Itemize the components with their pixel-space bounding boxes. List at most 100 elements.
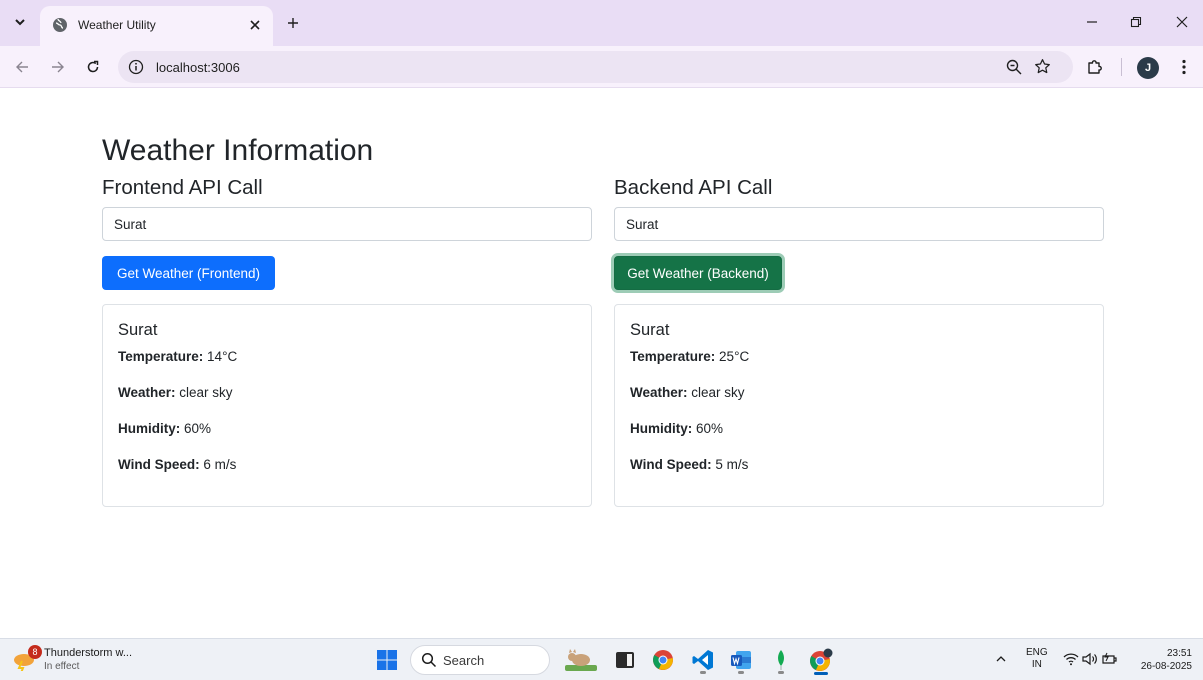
plus-icon [288, 18, 298, 28]
zoom-icon[interactable] [1005, 58, 1023, 76]
running-indicator [738, 671, 744, 674]
backend-temperature: Temperature: 25°C [630, 348, 1088, 384]
backend-humidity: Humidity: 60% [630, 420, 1088, 456]
running-indicator [700, 671, 706, 674]
frontend-wind-speed: Wind Speed: 6 m/s [118, 456, 576, 492]
backend-result-city: Surat [630, 321, 670, 339]
terminal-icon [616, 652, 634, 668]
tab-close-button[interactable] [245, 15, 265, 35]
humidity-label: Humidity: [630, 421, 693, 436]
active-app-indicator [814, 672, 828, 675]
taskbar-app-vscode[interactable] [688, 645, 718, 675]
reload-button[interactable] [80, 54, 106, 80]
frontend-weather: Weather: clear sky [118, 384, 576, 420]
weather-title: Thunderstorm w... [44, 647, 133, 659]
language-code: ENG [1026, 647, 1048, 658]
tab-search-button[interactable] [8, 10, 32, 34]
backend-wind-speed: Wind Speed: 5 m/s [630, 456, 1088, 492]
taskbar-app-word[interactable] [726, 645, 756, 675]
bookmark-star-icon[interactable] [1033, 57, 1051, 75]
forward-button[interactable] [45, 54, 71, 80]
cat-sticker-icon [565, 649, 597, 671]
star-icon [1034, 58, 1050, 73]
taskbar-search-box[interactable]: Search [410, 645, 550, 675]
weather-label: Weather: [118, 385, 176, 400]
chevron-up-icon[interactable] [996, 655, 1006, 663]
close-window-button[interactable] [1170, 10, 1194, 34]
extensions-button[interactable] [1084, 56, 1106, 78]
temperature-value: 14°C [207, 349, 238, 364]
profile-avatar[interactable]: J [1137, 57, 1159, 79]
taskbar-app-chrome[interactable] [648, 645, 678, 675]
arrow-right-icon [52, 61, 64, 73]
taskbar-app-chrome-profile[interactable] [806, 645, 836, 675]
temperature-value: 25°C [719, 349, 750, 364]
taskbar-app-mongodb[interactable] [766, 645, 796, 675]
weather-subtitle: In effect [44, 661, 80, 672]
reload-icon [87, 60, 99, 73]
weather-value: clear sky [691, 385, 745, 400]
mongodb-leaf-icon [778, 650, 784, 670]
globe-icon [53, 18, 67, 32]
taskbar-widget-cat[interactable] [562, 645, 600, 675]
running-indicator [778, 671, 784, 674]
get-weather-frontend-button[interactable]: Get Weather (Frontend) [102, 256, 275, 290]
frontend-result-city: Surat [118, 321, 158, 339]
browser-toolbar: localhost:3006 [0, 46, 1203, 88]
new-tab-button[interactable] [282, 12, 304, 34]
wind-label: Wind Speed: [118, 457, 200, 472]
wifi-icon[interactable] [1063, 652, 1079, 666]
info-icon [128, 59, 144, 75]
weather-label: Weather: [630, 385, 688, 400]
more-vert-icon [1182, 59, 1186, 75]
chevron-down-icon [15, 19, 25, 26]
language-indicator[interactable]: ENG IN [1026, 647, 1048, 671]
restore-icon [1130, 16, 1142, 28]
get-weather-backend-button[interactable]: Get Weather (Backend) [614, 256, 782, 290]
weather-value: clear sky [179, 385, 233, 400]
url-text: localhost:3006 [156, 60, 240, 75]
backend-heading: Backend API Call [614, 176, 773, 199]
minimize-icon [1087, 21, 1097, 23]
browser-menu-button[interactable] [1173, 56, 1195, 78]
weather-widget[interactable]: 8 Thunderstorm w... In effect [12, 645, 152, 675]
wind-value: 6 m/s [203, 457, 237, 472]
restore-button[interactable] [1124, 10, 1148, 34]
search-label: Search [443, 653, 485, 668]
battery-icon[interactable] [1101, 652, 1119, 666]
close-icon [250, 20, 260, 30]
frontend-section: Frontend API Call Get Weather (Frontend)… [102, 174, 592, 507]
close-icon [1176, 16, 1188, 28]
search-icon [421, 652, 437, 668]
temperature-label: Temperature: [118, 349, 204, 364]
taskbar-app-terminal[interactable] [610, 645, 640, 675]
frontend-temperature: Temperature: 14°C [118, 348, 576, 384]
backend-section: Backend API Call Get Weather (Backend) S… [614, 174, 1104, 507]
back-button[interactable] [9, 54, 35, 80]
wind-value: 5 m/s [715, 457, 749, 472]
wind-label: Wind Speed: [630, 457, 712, 472]
clock-date: 26-08-2025 [1140, 661, 1192, 672]
frontend-city-input[interactable] [102, 207, 592, 241]
puzzle-icon [1088, 60, 1102, 74]
browser-tab[interactable]: Weather Utility [40, 6, 273, 46]
tab-title: Weather Utility [78, 18, 156, 32]
humidity-value: 60% [696, 421, 724, 436]
frontend-result-card: Surat Temperature: 14°C Weather: clear s… [102, 304, 592, 507]
region-code: IN [1031, 659, 1042, 670]
address-bar[interactable]: localhost:3006 [118, 51, 1073, 83]
humidity-value: 60% [184, 421, 212, 436]
backend-city-input[interactable] [614, 207, 1104, 241]
toolbar-separator [1121, 58, 1122, 76]
minimize-button[interactable] [1080, 10, 1104, 34]
windows-start-icon[interactable] [376, 649, 398, 671]
humidity-label: Humidity: [118, 421, 181, 436]
taskbar: 8 Thunderstorm w... In effect Search ENG… [0, 638, 1203, 680]
word-icon [731, 651, 751, 669]
temperature-label: Temperature: [630, 349, 716, 364]
chrome-icon [810, 648, 833, 671]
vscode-icon [692, 650, 713, 670]
clock[interactable]: 23:51 26-08-2025 [1132, 647, 1192, 673]
backend-result-card: Surat Temperature: 25°C Weather: clear s… [614, 304, 1104, 507]
volume-icon[interactable] [1082, 652, 1098, 666]
